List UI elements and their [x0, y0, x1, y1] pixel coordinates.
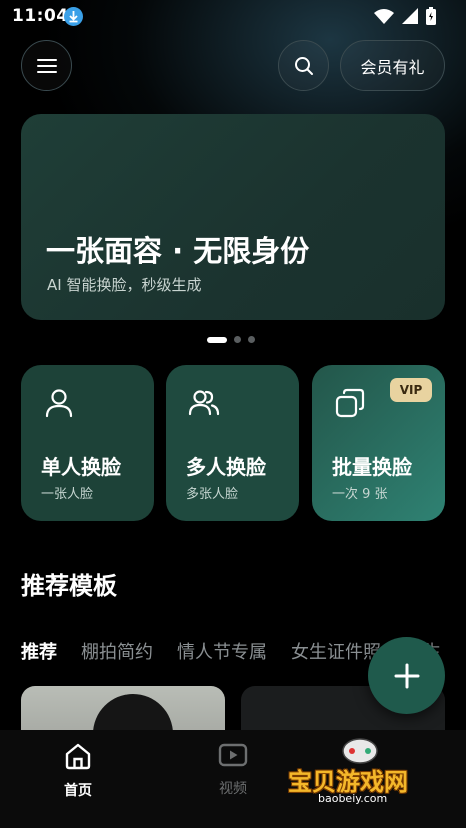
- nav-video[interactable]: 视频: [203, 742, 263, 798]
- tab-studio-simple[interactable]: 棚拍简约: [81, 638, 153, 664]
- template-thumbnail: [93, 694, 173, 730]
- multi-face-swap-card[interactable]: 多人换脸 多张人脸: [166, 365, 299, 521]
- search-button[interactable]: [278, 40, 329, 91]
- pagination-dot: [234, 336, 241, 343]
- pagination-dot-active: [207, 336, 227, 343]
- hero-banner[interactable]: 一张面容 · 无限身份 AI 智能换脸，秒级生成: [21, 114, 445, 320]
- menu-button[interactable]: [21, 40, 72, 91]
- card-title: 批量换脸: [332, 455, 412, 479]
- plus-icon: [394, 663, 419, 688]
- wifi-icon: [374, 9, 394, 24]
- banner-subtitle: AI 智能换脸，秒级生成: [47, 276, 202, 294]
- single-face-swap-card[interactable]: 单人换脸 一张人脸: [21, 365, 154, 521]
- batch-face-swap-card[interactable]: VIP 批量换脸 一次 9 张: [312, 365, 445, 521]
- people-icon: [188, 390, 220, 416]
- vip-gift-button[interactable]: 会员有礼: [340, 40, 445, 91]
- banner-pagination: [207, 336, 255, 343]
- signal-icon: [402, 8, 418, 24]
- status-icons: [374, 7, 436, 25]
- menu-icon: [36, 58, 57, 73]
- search-icon: [294, 56, 313, 75]
- card-title: 单人换脸: [41, 455, 121, 479]
- status-bar: 11:04: [0, 0, 466, 34]
- copy-icon: [335, 388, 365, 418]
- pagination-dot: [248, 336, 255, 343]
- watermark-url: baobeiy.com: [318, 792, 388, 805]
- nav-home-label: 首页: [64, 783, 92, 799]
- vip-badge: VIP: [390, 378, 432, 402]
- card-subtitle: 一张人脸: [41, 487, 94, 502]
- nav-home[interactable]: 首页: [48, 742, 108, 800]
- tab-valentines[interactable]: 情人节专属: [177, 638, 267, 664]
- battery-icon: [426, 7, 436, 25]
- home-icon: [65, 743, 91, 770]
- person-icon: [45, 389, 73, 418]
- tab-recommended[interactable]: 推荐: [21, 638, 57, 664]
- section-title: 推荐模板: [21, 572, 117, 600]
- status-time: 11:04: [12, 6, 69, 26]
- card-title: 多人换脸: [186, 455, 266, 479]
- card-subtitle: 多张人脸: [186, 487, 239, 502]
- nav-video-label: 视频: [219, 781, 247, 797]
- template-card[interactable]: [21, 686, 225, 730]
- download-icon: [64, 7, 83, 26]
- tab-female-id-photo[interactable]: 女生证件照: [291, 638, 381, 664]
- banner-title: 一张面容 · 无限身份: [46, 234, 310, 268]
- add-button[interactable]: [368, 637, 445, 714]
- watermark-logo: 宝贝游戏网 baobeiy.com: [288, 732, 434, 822]
- video-icon: [218, 743, 248, 767]
- card-subtitle: 一次 9 张: [332, 487, 388, 502]
